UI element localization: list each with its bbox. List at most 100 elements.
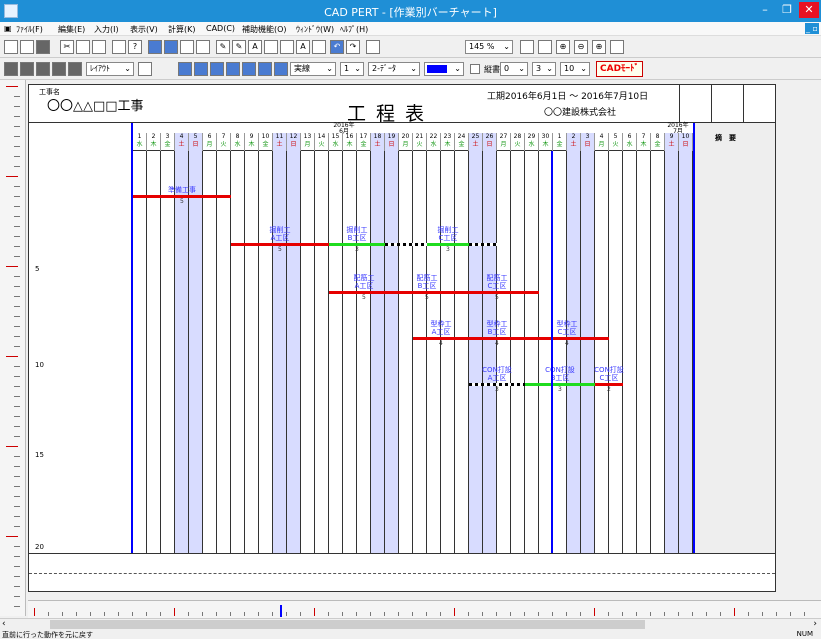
- layout-dropdown[interactable]: ﾚｲｱｳﾄ ⌄: [86, 62, 134, 76]
- text-tool-icon[interactable]: A: [248, 40, 262, 54]
- mdi-restore-button[interactable]: _ ▫: [805, 23, 819, 34]
- help-icon[interactable]: ?: [128, 40, 142, 54]
- scroll-left-icon[interactable]: ‹: [2, 619, 6, 629]
- layout-icon-2[interactable]: [20, 62, 34, 76]
- menu-input[interactable]: 入力(I): [94, 24, 119, 35]
- grid-view-icon[interactable]: [148, 40, 162, 54]
- task-bar[interactable]: [469, 243, 497, 246]
- redo-icon[interactable]: ↷: [346, 40, 360, 54]
- layout-icon-3[interactable]: [36, 62, 50, 76]
- day-header: 2土: [567, 133, 581, 151]
- day-header: 18 土: [371, 133, 385, 151]
- task-label: 配筋工 C工区: [486, 274, 508, 290]
- menu-edit[interactable]: 編集(E): [58, 24, 85, 35]
- weekday-label: 木: [346, 141, 353, 148]
- chevron-down-icon: ⌄: [580, 64, 587, 73]
- scroll-right-icon[interactable]: ›: [813, 619, 817, 629]
- ruler-tick: [62, 612, 63, 616]
- zoom-out-icon[interactable]: ⊖: [574, 40, 588, 54]
- vertical-text-label: 縦書: [484, 65, 500, 74]
- minimize-button[interactable]: –: [755, 2, 775, 18]
- line-color-dropdown[interactable]: ⌄: [424, 62, 464, 76]
- layout-icon-5[interactable]: [68, 62, 82, 76]
- font-size-c-dropdown[interactable]: 10 ⌄: [560, 62, 590, 76]
- menu-window[interactable]: ｳｨﾝﾄﾞｳ(W): [296, 24, 334, 35]
- calculator-icon[interactable]: [366, 40, 380, 54]
- day-header: 3日: [581, 133, 595, 151]
- font-tool-icon[interactable]: A: [296, 40, 310, 54]
- table-view-icon[interactable]: [196, 40, 210, 54]
- new-file-icon[interactable]: [4, 40, 18, 54]
- font-size-a-dropdown[interactable]: 0 ⌄: [500, 62, 528, 76]
- task-bar[interactable]: [385, 243, 427, 246]
- ruler-tick: [426, 612, 427, 616]
- line-style-dropdown[interactable]: 実線 ⌄: [290, 62, 336, 76]
- menu-calc[interactable]: 計算(K): [168, 24, 196, 35]
- horizontal-ruler: [28, 600, 821, 618]
- day-header: 1水: [133, 133, 147, 151]
- company-name: 〇〇建設株式会社: [544, 108, 617, 118]
- day-number: 27: [499, 133, 508, 140]
- style-icon-2[interactable]: [194, 62, 208, 76]
- fit-page-icon[interactable]: [520, 40, 534, 54]
- scrollbar-thumb[interactable]: [50, 620, 645, 629]
- style-icon-4[interactable]: [226, 62, 240, 76]
- style-icon-7[interactable]: [274, 62, 288, 76]
- vertical-text-checkbox[interactable]: [470, 64, 480, 74]
- menu-assist[interactable]: 補助機能(O): [242, 24, 287, 35]
- schedule-document[interactable]: 工事名 〇〇△△□□工事 工程表 工期2016年6月1日 ～ 2016年7月10…: [28, 84, 776, 592]
- layout-tool-icon[interactable]: [280, 40, 294, 54]
- paste-icon[interactable]: [92, 40, 106, 54]
- font-size-b-dropdown[interactable]: 3 ⌄: [532, 62, 556, 76]
- day-column: [329, 151, 343, 553]
- line-type-dropdown[interactable]: 2-ﾃﾞｰﾀ ⌄: [368, 62, 420, 76]
- day-column: [245, 151, 259, 553]
- menu-app-icon[interactable]: ▣: [4, 24, 12, 33]
- zoom-in-icon[interactable]: ⊕: [556, 40, 570, 54]
- select-area-icon[interactable]: [538, 40, 552, 54]
- ruler-tick: [14, 306, 20, 307]
- copy-icon[interactable]: [76, 40, 90, 54]
- ruler-tick: [636, 612, 637, 616]
- style-icon-5[interactable]: [242, 62, 256, 76]
- bar-chart-grid[interactable]: 準備工事 5 掘削工 A工区 5 掘削工 B工区 3 掘削工 C工区 3 配筋工 A工区 5 配筋工…: [133, 151, 693, 553]
- menu-help[interactable]: ﾍﾙﾌﾟ(H): [340, 24, 368, 35]
- save-layout-icon[interactable]: [138, 62, 152, 76]
- style-icon-1[interactable]: [178, 62, 192, 76]
- cut-icon[interactable]: ✂: [60, 40, 74, 54]
- maximize-button[interactable]: ❐: [777, 2, 797, 18]
- ruler-tick: [594, 608, 595, 616]
- zoom-icon[interactable]: ⊕: [592, 40, 606, 54]
- open-folder-icon[interactable]: [20, 40, 34, 54]
- day-column: [357, 151, 371, 553]
- style-icon-6[interactable]: [258, 62, 272, 76]
- style-icon-3[interactable]: [210, 62, 224, 76]
- chart-tool-icon[interactable]: [264, 40, 278, 54]
- layout-icon-4[interactable]: [52, 62, 66, 76]
- zoom-dropdown[interactable]: 145 % ⌄: [465, 40, 513, 54]
- pencil-alt-icon[interactable]: ✎: [232, 40, 246, 54]
- cad-mode-button[interactable]: CADﾓｰﾄﾞ: [596, 61, 644, 77]
- save-icon[interactable]: [36, 40, 50, 54]
- line-width-dropdown[interactable]: 1 ⌄: [340, 62, 364, 76]
- menu-view[interactable]: 表示(V): [130, 24, 158, 35]
- window-view-icon[interactable]: [164, 40, 178, 54]
- ruler-tick: [440, 612, 441, 616]
- undo-icon[interactable]: ↶: [330, 40, 344, 54]
- pencil-icon[interactable]: ✎: [216, 40, 230, 54]
- split-view-icon[interactable]: [180, 40, 194, 54]
- ruler-tick: [6, 86, 18, 87]
- close-button[interactable]: ✕: [799, 2, 819, 18]
- ruler-tick: [14, 116, 20, 117]
- preview-icon[interactable]: [610, 40, 624, 54]
- project-name: 〇〇△△□□工事: [47, 99, 144, 114]
- image-tool-icon[interactable]: [312, 40, 326, 54]
- print-icon[interactable]: [112, 40, 126, 54]
- menu-cad[interactable]: CAD(C): [206, 24, 235, 33]
- menu-file[interactable]: ﾌｧｲﾙ(F): [16, 24, 43, 35]
- chevron-down-icon: ⌄: [503, 42, 510, 51]
- ruler-tick: [14, 136, 20, 137]
- layout-icon-1[interactable]: [4, 62, 18, 76]
- ruler-tick: [6, 266, 18, 267]
- horizontal-scrollbar[interactable]: ‹ ›: [0, 618, 821, 629]
